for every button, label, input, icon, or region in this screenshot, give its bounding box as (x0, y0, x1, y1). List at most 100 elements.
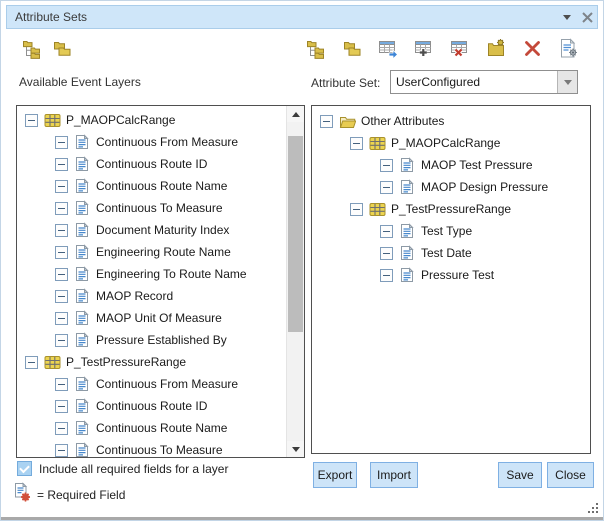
close-window-button[interactable] (577, 7, 597, 27)
collapse-toggle[interactable] (55, 290, 68, 303)
event-layer-icon (43, 355, 61, 370)
collapse-toggle[interactable] (55, 268, 68, 281)
collapse-toggle[interactable] (55, 224, 68, 237)
tree-item[interactable]: MAOP Test Pressure (312, 154, 590, 176)
vertical-scrollbar[interactable] (286, 106, 304, 457)
tree-item[interactable]: Continuous To Measure (17, 197, 287, 219)
titlebar-menu-button[interactable] (557, 7, 577, 27)
attribute-set-dropdown-button[interactable] (557, 71, 577, 93)
tree-item[interactable]: P_MAOPCalcRange (17, 109, 287, 131)
expand-all-icon (306, 38, 327, 59)
collapse-toggle[interactable] (320, 115, 333, 128)
tree-item[interactable]: Continuous From Measure (17, 373, 287, 395)
collapse-all-button[interactable] (342, 37, 363, 59)
tree-item[interactable]: Continuous Route ID (17, 153, 287, 175)
collapse-toggle[interactable] (55, 400, 68, 413)
field-icon (73, 420, 91, 436)
tree-item[interactable]: Pressure Test (312, 264, 590, 286)
field-icon (73, 288, 91, 304)
tree-item[interactable]: Continuous Route Name (17, 417, 287, 439)
tree-item[interactable]: Other Attributes (312, 110, 590, 132)
close-button[interactable]: Close (547, 462, 594, 488)
attribute-set-dropdown[interactable]: UserConfigured (390, 70, 578, 94)
collapse-toggle[interactable] (25, 356, 38, 369)
expand-all-button[interactable] (306, 37, 327, 59)
tree-item[interactable]: Test Date (312, 242, 590, 264)
collapse-toggle[interactable] (55, 136, 68, 149)
tree-item[interactable]: P_MAOPCalcRange (312, 132, 590, 154)
tree-item-label: Test Date (421, 246, 472, 260)
tree-item[interactable]: MAOP Unit Of Measure (17, 307, 287, 329)
collapse-toggle[interactable] (55, 378, 68, 391)
tree-item-label: Continuous Route Name (96, 179, 227, 193)
collapse-toggle[interactable] (380, 225, 393, 238)
tree-item-label: Continuous From Measure (96, 377, 238, 391)
tree-item[interactable]: MAOP Design Pressure (312, 176, 590, 198)
collapse-toggle[interactable] (25, 114, 38, 127)
tree-item[interactable]: Engineering Route Name (17, 241, 287, 263)
expand-all-icon (22, 38, 43, 59)
save-button[interactable]: Save (498, 462, 542, 488)
tree-item-label: Engineering Route Name (96, 245, 231, 259)
required-field-label: = Required Field (37, 488, 125, 502)
folder-open-icon (338, 114, 356, 129)
collapse-toggle[interactable] (55, 444, 68, 457)
tree-item-label: Pressure Test (421, 268, 494, 282)
tree-item-label: MAOP Unit Of Measure (96, 311, 222, 325)
collapse-toggle[interactable] (55, 312, 68, 325)
field-icon (73, 200, 91, 216)
collapse-toggle[interactable] (55, 422, 68, 435)
table-delete-button[interactable] (450, 37, 471, 59)
include-required-checkbox[interactable] (17, 461, 32, 476)
collapse-all-button[interactable] (52, 37, 73, 59)
tree-item[interactable]: Continuous Route Name (17, 175, 287, 197)
collapse-toggle[interactable] (380, 159, 393, 172)
available-event-layers-label: Available Event Layers (19, 75, 141, 89)
collapse-toggle[interactable] (55, 246, 68, 259)
tree-item[interactable]: Engineering To Route Name (17, 263, 287, 285)
resize-grip[interactable] (588, 503, 599, 514)
tree-item[interactable]: Pressure Established By (17, 329, 287, 351)
field-icon (73, 156, 91, 172)
collapse-toggle[interactable] (380, 269, 393, 282)
collapse-toggle[interactable] (55, 334, 68, 347)
scrollbar-thumb[interactable] (288, 136, 303, 332)
field-icon (73, 178, 91, 194)
collapse-toggle[interactable] (350, 203, 363, 216)
collapse-toggle[interactable] (55, 158, 68, 171)
table-add-button[interactable] (414, 37, 435, 59)
attribute-set-tree: Other Attributes P_MAOPCalcRangeMAOP Test… (312, 106, 590, 453)
table-add-icon (414, 38, 435, 59)
tree-item-label: Pressure Established By (96, 333, 227, 347)
collapse-toggle[interactable] (55, 180, 68, 193)
folder-gear-button[interactable] (486, 37, 507, 59)
scroll-down-button[interactable] (287, 441, 304, 457)
tree-item-label: Other Attributes (361, 114, 444, 128)
tree-item[interactable]: Continuous To Measure (17, 439, 287, 457)
available-layers-tree: P_MAOPCalcRangeContinuous From MeasureCo… (17, 106, 287, 457)
collapse-toggle[interactable] (350, 137, 363, 150)
field-icon (73, 376, 91, 392)
collapse-toggle[interactable] (55, 202, 68, 215)
tree-item[interactable]: P_TestPressureRange (17, 351, 287, 373)
document-gear-button[interactable] (558, 37, 579, 59)
tree-item[interactable]: Document Maturity Index (17, 219, 287, 241)
import-button[interactable]: Import (370, 462, 418, 488)
table-arrow-button[interactable] (378, 37, 399, 59)
attribute-set-label: Attribute Set: (311, 76, 380, 90)
tree-item[interactable]: Continuous From Measure (17, 131, 287, 153)
tree-item[interactable]: P_TestPressureRange (312, 198, 590, 220)
tree-item[interactable]: Test Type (312, 220, 590, 242)
tree-item[interactable]: Continuous Route ID (17, 395, 287, 417)
collapse-toggle[interactable] (380, 181, 393, 194)
attribute-set-value: UserConfigured (391, 75, 557, 89)
tree-item[interactable]: MAOP Record (17, 285, 287, 307)
scroll-up-button[interactable] (287, 106, 304, 122)
export-button[interactable]: Export (313, 462, 357, 488)
expand-all-button[interactable] (22, 37, 43, 59)
delete-button[interactable] (522, 37, 543, 59)
collapse-toggle[interactable] (380, 247, 393, 260)
required-field-icon (14, 482, 31, 507)
field-icon (73, 442, 91, 457)
field-icon (398, 157, 416, 173)
